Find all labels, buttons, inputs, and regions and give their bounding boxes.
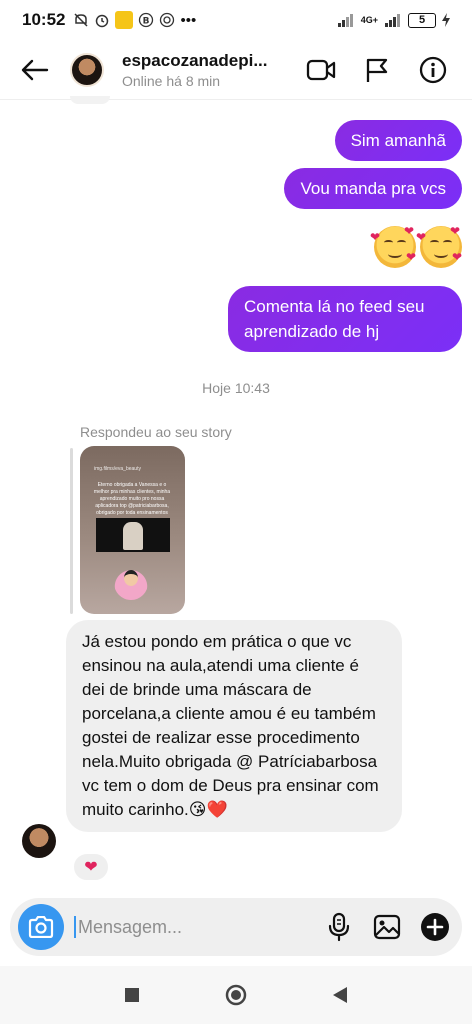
contact-status: Online há 8 min (122, 72, 221, 89)
home-button[interactable] (223, 982, 249, 1008)
back-nav-button[interactable] (327, 982, 353, 1008)
info-icon (419, 56, 447, 83)
camera-icon (28, 916, 54, 938)
smiling-face-with-hearts-icon: ❤ ❤ ❤ (416, 224, 462, 268)
sent-message[interactable]: Comenta lá no feed seu aprendizado de hj (228, 286, 462, 352)
svg-text:B: B (143, 17, 150, 27)
more-notifications: ••• (180, 11, 197, 29)
back-button[interactable] (0, 40, 70, 100)
video-call-button[interactable] (304, 53, 338, 87)
composer-actions (324, 912, 454, 942)
chat-header: espacozanadepi... Online há 8 min (0, 40, 472, 100)
square-icon (125, 988, 139, 1002)
flag-icon (366, 58, 388, 82)
gallery-button[interactable] (372, 912, 402, 942)
status-time: 10:52 (22, 10, 66, 29)
story-text: Eterno obrigada a Vanessa e o melhor pra… (93, 482, 171, 516)
app-notification-icon (115, 11, 134, 29)
previous-message-edge (70, 96, 110, 104)
alarm-icon (96, 14, 109, 28)
message-timestamp: Hoje 10:43 (202, 380, 270, 396)
mute-icon (74, 13, 89, 27)
signal-icon (385, 14, 400, 27)
received-message[interactable]: Já estou pondo em prática o que vc ensin… (66, 620, 402, 832)
text-cursor (74, 916, 76, 938)
emoji-message[interactable]: ❤ ❤ ❤ ❤ ❤ ❤ (370, 224, 462, 268)
camera-button[interactable] (18, 904, 64, 950)
info-button[interactable] (416, 53, 450, 87)
wallet-icon (160, 12, 175, 28)
back-arrow-icon (21, 59, 49, 80)
message-reaction[interactable]: ❤ (72, 852, 110, 882)
charging-icon (442, 13, 450, 27)
story-sticker (114, 566, 148, 600)
image-icon (373, 914, 401, 940)
circle-icon (225, 984, 247, 1006)
story-reply-label: Respondeu ao seu story (80, 424, 232, 440)
plus-circle-icon (421, 913, 449, 941)
signal-icon (337, 14, 353, 27)
story-user: img.films/eva_beauty (94, 466, 141, 472)
reply-quote-bar (70, 448, 73, 614)
status-icons: B ••• (73, 11, 196, 29)
microphone-icon (328, 912, 350, 942)
header-actions (304, 53, 472, 87)
sent-message[interactable]: Vou manda pra vcs (284, 168, 462, 209)
smiling-face-with-hearts-icon: ❤ ❤ ❤ (370, 224, 416, 268)
story-preview[interactable]: img.films/eva_beauty Eterno obrigada a V… (80, 446, 185, 614)
sent-message[interactable]: Sim amanhã (334, 120, 462, 161)
recents-button[interactable] (119, 982, 145, 1008)
contact-name: espacozanadepi... (122, 50, 268, 70)
voice-message-button[interactable] (324, 912, 354, 942)
message-input[interactable] (78, 916, 298, 938)
report-button[interactable] (360, 53, 394, 87)
video-call-icon (306, 59, 336, 80)
avatar[interactable] (22, 824, 56, 858)
battery-icon: 5 (408, 12, 436, 28)
system-navigation-bar (0, 966, 472, 1024)
avatar[interactable] (70, 52, 104, 87)
message-composer (10, 898, 462, 956)
story-video-frame (96, 518, 170, 552)
contact-info[interactable]: espacozanadepi... Online há 8 min (122, 51, 272, 89)
more-options-button[interactable] (420, 912, 450, 942)
network-type: 4G+ (360, 15, 378, 25)
triangle-back-icon (333, 987, 347, 1003)
b-icon: B (139, 12, 154, 28)
status-right: 4G+ 5 (337, 12, 450, 28)
status-bar: 10:52 B ••• 4G+ 5 (0, 0, 472, 40)
